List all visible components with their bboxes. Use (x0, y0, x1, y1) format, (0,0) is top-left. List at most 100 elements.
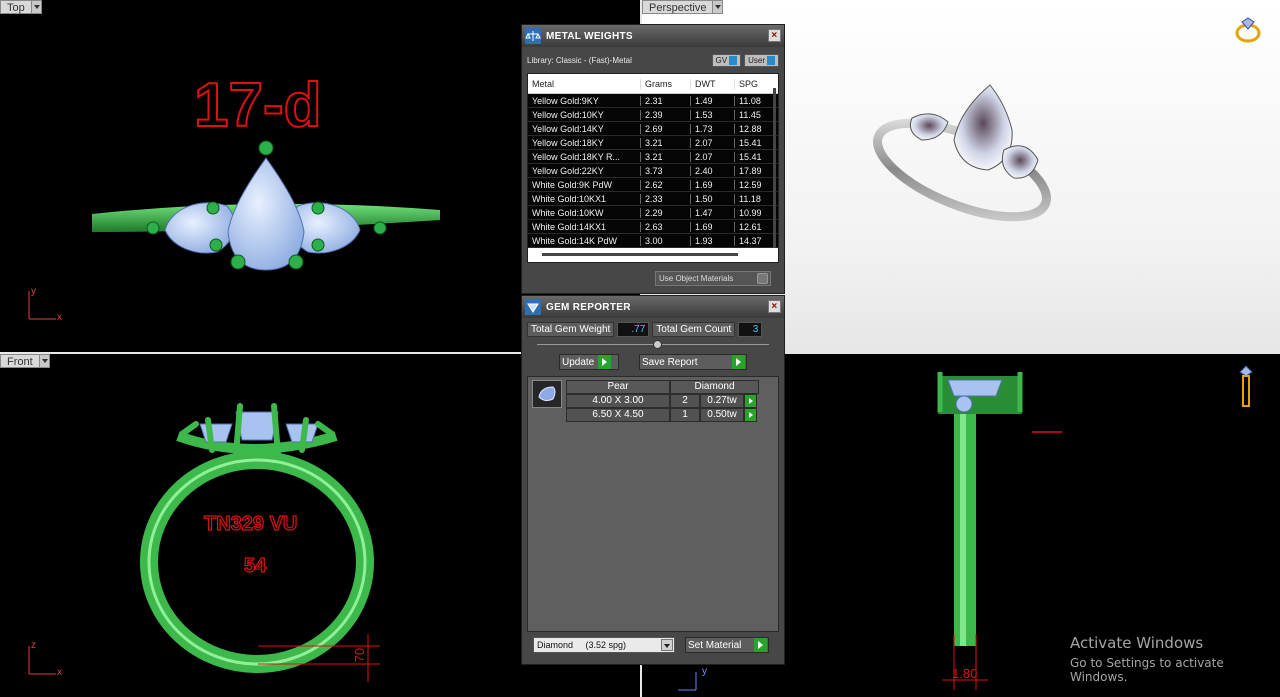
table-row[interactable]: Yellow Gold:10KY 2.39 1.53 11.45 (528, 108, 778, 122)
metal-weights-title: METAL WEIGHTS (546, 30, 633, 42)
cell-dwt: 2.07 (691, 137, 735, 148)
checkbox-icon[interactable] (757, 273, 768, 284)
gem-reporter-panel: GEM REPORTER × Total Gem Weight .77 Tota… (521, 295, 785, 665)
gem-reporter-title: GEM REPORTER (546, 301, 631, 313)
perspective-viewport-label[interactable]: Perspective (642, 0, 724, 14)
gem-row[interactable]: 6.50 X 4.50 1 0.50tw (566, 408, 759, 422)
table-row[interactable]: White Gold:9K PdW 2.62 1.69 12.59 (528, 178, 778, 192)
cell-grams: 3.21 (641, 151, 691, 162)
cell-dwt: 1.69 (691, 221, 735, 232)
close-icon[interactable]: × (768, 29, 781, 42)
width-dimension: 1.80 (952, 666, 977, 681)
select-gem-icon[interactable] (744, 408, 757, 422)
update-button[interactable]: Update (559, 354, 619, 370)
vertical-scrollbar[interactable] (773, 88, 776, 248)
column-header-dwt[interactable]: DWT (691, 78, 735, 89)
gem-material-header: Diamond (670, 380, 759, 394)
cell-spg: 15.41 (739, 151, 762, 162)
cell-grams: 2.69 (641, 123, 691, 134)
user-toggle-button[interactable]: User (744, 53, 779, 67)
cell-spg: 11.45 (739, 109, 761, 120)
library-label: Library: Classic - (Fast)-Metal (527, 55, 632, 65)
splitter-handle[interactable] (653, 340, 662, 349)
front-viewport-label[interactable]: Front (0, 354, 50, 368)
cell-spg: 12.88 (739, 123, 762, 134)
table-row[interactable]: Yellow Gold:14KY 2.69 1.73 12.88 (528, 122, 778, 136)
gem-cell-count: 2 (670, 394, 700, 408)
scale-icon (525, 28, 541, 44)
cell-dwt: 2.07 (691, 151, 735, 162)
gv-toggle-button[interactable]: GV (711, 53, 742, 67)
cell-metal: Yellow Gold:18KY (528, 137, 641, 148)
cell-metal: White Gold:14K PdW (528, 235, 641, 246)
column-header-metal[interactable]: Metal (528, 78, 641, 89)
column-header-grams[interactable]: Grams (641, 78, 691, 89)
metal-weights-table[interactable]: Metal Grams DWT SPG Yellow Gold:9KY 2.31 1… (527, 73, 779, 263)
play-icon (754, 638, 767, 652)
pear-gem-icon[interactable] (532, 380, 562, 408)
table-row[interactable]: Yellow Gold:18KY 3.21 2.07 15.41 (528, 136, 778, 150)
cell-grams: 2.63 (641, 221, 691, 232)
cell-grams: 2.33 (641, 193, 691, 204)
gem-cell-count: 1 (670, 408, 700, 422)
table-row[interactable]: White Gold:10KX1 2.33 1.50 11.18 (528, 192, 778, 206)
save-report-button[interactable]: Save Report (639, 354, 747, 370)
gem-row[interactable]: 4.00 X 3.00 2 0.27tw (566, 394, 759, 408)
cell-grams: 2.29 (641, 207, 691, 218)
cell-spg: 12.59 (739, 179, 762, 190)
cell-metal: White Gold:10KX1 (528, 193, 641, 204)
cell-metal: Yellow Gold:18KY R... (528, 151, 641, 162)
cell-spg: 10.99 (739, 207, 762, 218)
total-gem-weight-label: Total Gem Weight (527, 321, 615, 337)
axis-z-label: z (31, 640, 36, 651)
activation-title: Activate Windows (1070, 634, 1204, 652)
activation-subtitle: Go to Settings to activate Windows. (1070, 656, 1224, 684)
table-row[interactable]: Yellow Gold:22KY 3.73 2.40 17.89 (528, 164, 778, 178)
table-row[interactable]: White Gold:14KX1 2.63 1.69 12.61 (528, 220, 778, 234)
table-row[interactable]: Yellow Gold:9KY 2.31 1.49 11.08 (528, 94, 778, 108)
use-object-materials-checkbox[interactable]: Use Object Materials (655, 271, 771, 286)
gem-shape-header: Pear (566, 380, 670, 394)
table-row[interactable]: Yellow Gold:18KY R... 3.21 2.07 15.41 (528, 150, 778, 164)
cell-metal: Yellow Gold:22KY (528, 165, 641, 176)
cell-spg: 12.61 (739, 221, 762, 232)
play-icon (732, 355, 745, 369)
cell-dwt: 1.47 (691, 207, 735, 218)
total-gem-weight-value: .77 (617, 321, 650, 337)
gem-table: Pear Diamond 4.00 X 3.00 2 0.27tw 6.50 X 4.… (566, 380, 759, 422)
select-gem-icon[interactable] (744, 394, 757, 408)
set-material-button[interactable]: Set Material (685, 637, 769, 653)
cell-dwt: 2.40 (691, 165, 735, 176)
table-row[interactable]: White Gold:14K PdW 3.00 1.93 14.37 (528, 234, 778, 248)
gem-reporter-titlebar[interactable]: GEM REPORTER × (522, 296, 784, 318)
windows-activation-watermark: Activate Windows Go to Settings to activ… (1070, 634, 1280, 684)
cell-spg: 14.37 (739, 235, 762, 246)
cell-grams: 2.62 (641, 179, 691, 190)
thickness-dimension: .70 (352, 648, 367, 666)
table-row[interactable]: White Gold:10KW 2.29 1.47 10.99 (528, 206, 778, 220)
top-viewport-label[interactable]: Top (0, 0, 42, 14)
gem-list-area[interactable]: Pear Diamond 4.00 X 3.00 2 0.27tw 6.50 X 4.… (527, 376, 779, 632)
chevron-down-icon[interactable] (713, 0, 724, 14)
gem-cell-size: 4.00 X 3.00 (566, 394, 670, 408)
metal-weights-titlebar[interactable]: METAL WEIGHTS × (522, 25, 784, 47)
axis-y-label: y (702, 666, 707, 677)
cell-metal: Yellow Gold:14KY (528, 123, 641, 134)
cell-spg: 11.08 (739, 95, 761, 106)
ring-view-icon[interactable] (1232, 16, 1268, 46)
cell-grams: 3.73 (641, 165, 691, 176)
close-icon[interactable]: × (768, 300, 781, 313)
chevron-down-icon[interactable] (31, 0, 42, 14)
chevron-down-icon[interactable] (661, 639, 673, 651)
material-select[interactable]: Diamond (3.52 spg) (533, 637, 675, 653)
column-header-spg[interactable]: SPG (735, 79, 765, 89)
ring-side-icon[interactable] (1236, 362, 1256, 412)
horizontal-scrollbar[interactable] (542, 253, 738, 256)
axis-y-label: y (31, 286, 36, 297)
panel-splitter[interactable] (527, 338, 779, 352)
chevron-down-icon[interactable] (39, 354, 50, 368)
engraving-text-line2: 54 (244, 555, 267, 577)
gem-cell-weight: 0.27tw (700, 394, 744, 408)
cell-metal: Yellow Gold:9KY (528, 95, 641, 106)
cell-spg: 15.41 (739, 137, 762, 148)
